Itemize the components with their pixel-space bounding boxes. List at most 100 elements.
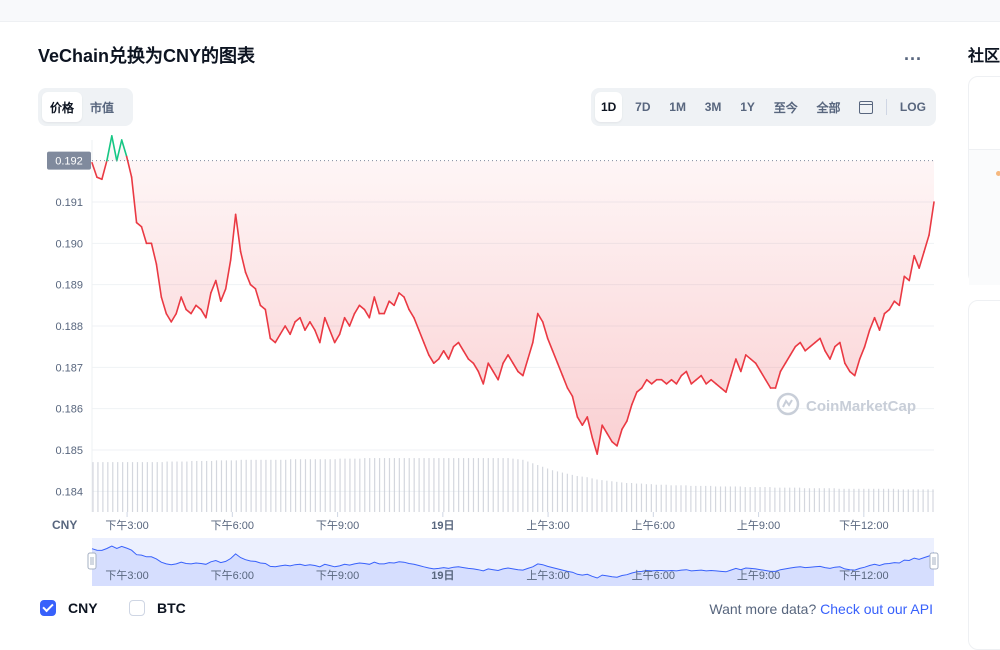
y-tick-label: 0.188 [55,321,83,333]
volume-bar [546,468,549,512]
volume-bar [112,462,114,512]
volume-bar [922,489,924,512]
y-tick-label: 0.187 [55,362,83,374]
navigator-tick-label: 上午3:00 [526,569,569,582]
volume-bar [102,462,104,512]
volume-bar [220,460,223,512]
volume-bar [472,458,475,512]
volume-bar [616,481,618,512]
volume-bar [107,462,109,512]
volume-bar [754,487,756,512]
volume-bar [131,462,134,512]
community-card [968,76,1000,285]
volume-bar [462,458,465,512]
volume-bar [378,458,381,512]
volume-bar [428,458,430,512]
volume-bar [166,461,168,512]
volume-bar [897,489,900,512]
volume-bar [685,485,687,512]
volume-bar [774,487,776,512]
navigator-tick-label: 下午3:00 [105,569,148,582]
volume-bar [122,462,124,512]
volume-bar [383,458,386,512]
currency-label: CNY [52,518,77,532]
volume-bar [794,487,796,512]
volume-bar [374,458,376,512]
volume-bar [314,459,316,512]
volume-bar [803,488,806,512]
volume-bar [670,485,672,512]
volume-bar [151,462,153,512]
y-tick-label: 0.186 [55,404,83,416]
x-tick-label: 下午12:00 [839,519,889,532]
x-tick-label: 上午6:00 [632,519,675,532]
volume-bar [714,486,717,512]
volume-bar [512,458,514,512]
volume-bar [665,484,667,512]
x-tick-label: 19日 [431,519,454,532]
volume-bar [551,470,554,512]
navigator-tick-label: 下午6:00 [211,569,254,582]
volume-bar [230,460,232,512]
price-chart[interactable]: 0.192 0.191 0.190 0.189 0.188 0.187 0.186 0.18… [0,0,958,650]
volume-bar [892,488,895,512]
volume-bar [556,471,559,512]
volume-bar [265,459,267,512]
volume-bar [156,462,158,512]
volume-bar [448,458,450,512]
volume-bar [843,488,845,512]
volume-bar [882,488,885,512]
volume-bar [334,459,336,512]
volume-bar [734,486,736,512]
community-title: 社区 [968,48,1000,65]
volume-bar [858,488,860,512]
volume-bar [749,487,751,512]
volume-bar [206,460,208,512]
volume-bar [136,462,139,512]
volume-bar [418,458,420,512]
volume-bar [260,459,262,512]
volume-bar [700,485,702,512]
volume-bar [621,482,623,512]
x-tick-label: 下午3:00 [105,519,148,532]
volume-bar [645,484,648,512]
volume-bar [369,458,371,512]
volume-bar [705,485,707,512]
volume-bar [917,489,919,512]
volume-bar [848,488,850,512]
community-card-body [969,149,1000,285]
navigator-tick-label: 下午12:00 [839,569,889,582]
volume-bar [388,458,391,512]
volume-bar [275,459,277,512]
volume-bar [299,459,302,512]
volume-bar [507,458,509,512]
y-tick-label: 0.190 [55,238,83,250]
volume-bar [566,473,568,512]
navigator-tick-label: 上午6:00 [632,569,675,582]
volume-bar [240,459,242,512]
volume-bar [225,460,228,512]
volume-bar [853,488,855,512]
volume-bar [181,461,183,512]
volume-bar [517,459,519,512]
volume-bar [537,465,539,512]
x-tick-label: 下午6:00 [211,519,254,532]
volume-bar [354,458,356,512]
volume-bar [210,460,213,512]
volume-bar [280,459,282,512]
volume-bar [467,458,470,512]
volume-bar [912,489,914,512]
volume-bar [453,458,455,512]
navigator-handle-right[interactable] [929,552,939,570]
reference-price-label: 0.192 [55,156,83,168]
volume-bar [868,488,870,512]
volume-bar [245,459,247,512]
x-tick-label: 上午9:00 [737,519,780,532]
volume-bar [695,485,697,512]
volume-bar [680,485,682,512]
volume-bar [438,458,440,512]
volume-bar [813,488,816,512]
y-tick-label: 0.191 [55,197,83,209]
volume-bar [191,460,193,512]
navigator-handle-left[interactable] [87,552,97,570]
